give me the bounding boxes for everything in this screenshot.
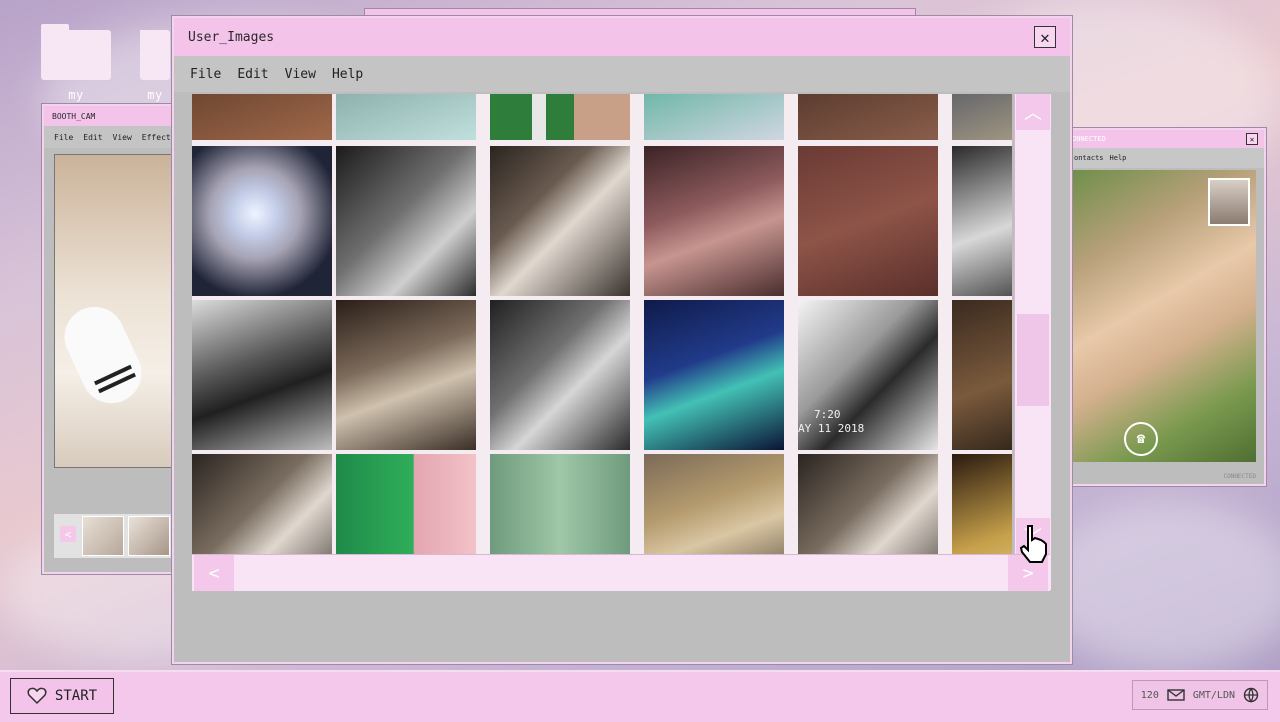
desktop-icon-my[interactable]: my — [140, 30, 170, 102]
video-call-feed: ☎ — [1072, 170, 1256, 462]
webcam-preview — [54, 154, 186, 468]
menu-help[interactable]: Help — [332, 67, 363, 82]
tray-count: 120 — [1140, 689, 1159, 701]
photo-thumbnail[interactable] — [82, 516, 124, 556]
cloud-decoration — [1040, 500, 1280, 670]
image-tile[interactable] — [192, 454, 332, 554]
contacts-window: ONNECTED ✕ ontacts Help ☎ CONNECTED — [1064, 128, 1266, 486]
image-grid: 7:20 AY 11 2018 — [192, 94, 1012, 554]
user-images-window: User_Images ✕ File Edit View Help 7:20 A… — [172, 16, 1072, 664]
image-tile[interactable] — [798, 94, 938, 140]
image-tile[interactable] — [644, 454, 784, 554]
folder-icon — [140, 30, 170, 80]
mail-icon[interactable] — [1167, 689, 1185, 701]
desktop-icon-label: my — [147, 88, 163, 102]
vertical-scrollbar[interactable]: ︿ ﹀ — [1014, 94, 1051, 590]
menu-help[interactable]: Help — [1110, 154, 1127, 162]
image-tile[interactable] — [798, 454, 938, 554]
menu-file[interactable]: File — [54, 133, 73, 142]
taskbar: START 120 GMT/LDN — [0, 670, 1280, 722]
hand-cursor-icon — [1019, 525, 1047, 563]
photo-timestamp-date: AY 11 2018 — [798, 422, 865, 435]
image-tile[interactable] — [644, 94, 784, 140]
start-button[interactable]: START — [10, 678, 114, 714]
menu-view[interactable]: View — [113, 133, 132, 142]
image-tile[interactable] — [336, 300, 476, 450]
horizontal-scrollbar[interactable]: < > — [192, 554, 1050, 591]
image-tile[interactable] — [490, 146, 630, 296]
booth-title: BOOTH_CAM — [52, 111, 96, 121]
heart-icon — [27, 687, 47, 705]
menu-file[interactable]: File — [190, 67, 221, 82]
main-menubar: File Edit View Help — [174, 56, 1070, 92]
connection-status: CONNECTED — [1223, 473, 1256, 480]
menu-view[interactable]: View — [285, 67, 316, 82]
window-title: User_Images — [188, 29, 275, 45]
photo-thumbnail[interactable] — [128, 516, 170, 556]
close-icon[interactable]: ✕ — [1034, 26, 1056, 48]
image-tile[interactable] — [192, 146, 332, 296]
thumb-nav-left[interactable]: < — [60, 526, 76, 542]
image-tile[interactable] — [490, 94, 630, 140]
image-tile[interactable] — [952, 146, 1012, 296]
image-tile[interactable] — [490, 300, 630, 450]
menu-edit[interactable]: Edit — [237, 67, 268, 82]
contacts-menubar: ontacts Help — [1066, 148, 1264, 168]
tray-timezone: GMT/LDN — [1192, 689, 1235, 701]
phone-icon[interactable]: ☎ — [1124, 422, 1158, 456]
self-view-thumbnail — [1208, 178, 1250, 226]
menu-edit[interactable]: Edit — [83, 133, 102, 142]
image-tile[interactable] — [336, 94, 476, 140]
image-tile[interactable] — [952, 94, 1012, 140]
system-tray: 120 GMT/LDN — [1131, 680, 1268, 710]
contacts-titlebar[interactable]: ONNECTED ✕ — [1066, 130, 1264, 148]
image-tile[interactable]: 7:20 AY 11 2018 — [798, 300, 938, 450]
folder-icon — [41, 24, 111, 80]
image-tile[interactable] — [192, 94, 332, 140]
close-icon[interactable]: ✕ — [1246, 133, 1258, 145]
globe-icon[interactable] — [1243, 687, 1259, 703]
image-tile[interactable] — [336, 454, 476, 554]
main-titlebar[interactable]: User_Images ✕ — [174, 18, 1070, 56]
image-tile[interactable] — [644, 300, 784, 450]
photo-timestamp-time: 7:20 — [814, 408, 841, 421]
vertical-scroll-thumb[interactable] — [1017, 314, 1049, 406]
image-tile[interactable] — [192, 300, 332, 450]
image-tile[interactable] — [490, 454, 630, 554]
menu-contacts[interactable]: ontacts — [1074, 154, 1104, 162]
sock-shape — [54, 297, 152, 413]
thumbnail-strip: < — [54, 514, 184, 558]
scroll-up-button[interactable]: ︿ — [1016, 94, 1050, 130]
image-tile[interactable] — [336, 146, 476, 296]
image-tile[interactable] — [798, 146, 938, 296]
menu-effects[interactable]: Effects — [142, 133, 176, 142]
image-tile[interactable] — [644, 146, 784, 296]
start-label: START — [54, 688, 98, 704]
image-tile[interactable] — [952, 454, 1012, 554]
scroll-left-button[interactable]: < — [194, 555, 234, 591]
image-tile[interactable] — [952, 300, 1012, 450]
contacts-title: ONNECTED — [1072, 135, 1106, 143]
